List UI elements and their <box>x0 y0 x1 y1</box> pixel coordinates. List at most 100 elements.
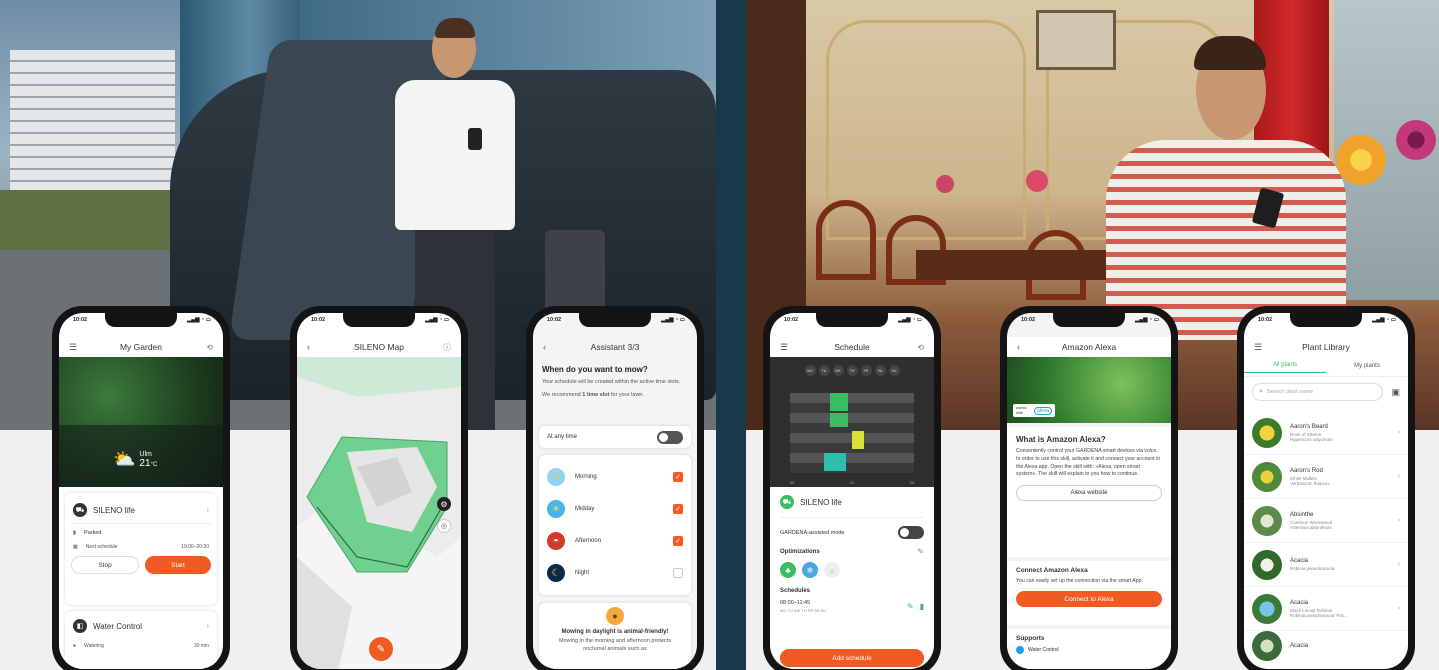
plant-list-item[interactable]: Acacia Black Locust Robinia Robinia pseudo… <box>1244 587 1408 631</box>
day-su[interactable]: SU <box>888 365 900 376</box>
edit-icon[interactable]: ✎ <box>907 602 914 611</box>
alexa-logo: alexa <box>1034 406 1052 415</box>
screen-assistant: 10:02 ▂▄▆ ◔ ▭ ‹ Assistant 3/3 When do you… <box>533 313 697 669</box>
plant-latin: Hypericum calycinum <box>1290 436 1333 442</box>
optimizations-label: Optimizations <box>780 548 820 555</box>
add-schedule-button[interactable]: Add schedule <box>780 649 924 667</box>
start-button[interactable]: Start <box>145 556 211 574</box>
signal-icon: ▂▄▆ ◔ ▭ <box>187 317 211 323</box>
water-control-card[interactable]: ◧ Water Control › ● Watering 30 min <box>65 611 217 669</box>
day-sa[interactable]: SA <box>874 365 886 376</box>
device-name: SILENO life <box>800 497 842 507</box>
connect-alexa-button[interactable]: Connect to Alexa <box>1016 591 1162 608</box>
plant-list-item[interactable]: Acacia Robinia pseudoacacia › <box>1244 543 1408 587</box>
tab-bar: All plants My plants <box>1244 359 1408 377</box>
day-tu[interactable]: TU <box>818 365 830 376</box>
camera-icon[interactable]: ▣ <box>1391 387 1400 398</box>
day-mo[interactable]: MO <box>804 365 816 376</box>
slot-checkbox[interactable]: ✓ <box>673 536 683 546</box>
alexa-heading: What is Amazon Alexa? <box>1016 435 1106 444</box>
tab-my-plants[interactable]: My plants <box>1326 363 1408 373</box>
back-icon[interactable]: ‹ <box>543 342 546 352</box>
recommend-text-end: for your lawn. <box>610 392 644 399</box>
slot-midday[interactable]: ☀ Midday ✓ <box>547 493 683 525</box>
slot-morning[interactable]: ☀ Morning ✓ <box>547 461 683 493</box>
settings-icon[interactable]: ⚙ <box>437 497 451 511</box>
plant-list-item[interactable]: Absinthe Common Wormwood Artemisia absinth… <box>1244 499 1408 543</box>
garden-hero-image: ⛅ Ulm 21°C <box>59 357 223 487</box>
plant-thumbnail <box>1252 631 1282 661</box>
menu-icon[interactable]: ☰ <box>1254 342 1262 353</box>
history-icon[interactable]: ⟲ <box>917 343 924 352</box>
plant-thumbnail <box>1252 417 1282 448</box>
slot-block[interactable] <box>824 453 846 471</box>
edit-icon[interactable]: ✎ <box>917 547 924 556</box>
slot-checkbox[interactable] <box>673 568 683 578</box>
sun-icon: ☀ <box>547 500 565 518</box>
sunrise-icon: ☀ <box>547 468 565 486</box>
plant-list-item[interactable]: Acacia <box>1244 631 1408 661</box>
mower-name: SILENO life <box>93 505 135 515</box>
page-title: Amazon Alexa <box>1061 342 1117 352</box>
mower-card[interactable]: ⛟ SILENO life › ▮ Parked ▦ Next schedule… <box>65 493 217 605</box>
moon-icon: ☾ <box>547 564 565 582</box>
status-time: 10:02 <box>1021 317 1036 323</box>
day-fr[interactable]: FR <box>860 365 872 376</box>
phone-plant-library: 10:02 ▂▄▆ ◔ ▭ ☰ Plant Library All plants … <box>1237 306 1415 670</box>
connect-heading: Connect Amazon Alexa <box>1016 567 1088 574</box>
day-th[interactable]: TH <box>846 365 858 376</box>
slot-label: Afternoon <box>575 538 602 544</box>
slot-afternoon[interactable]: ◓ Afternoon ✓ <box>547 525 683 557</box>
schedule-chart[interactable]: MO TU WE TH FR SA SU 00 12 24 <box>770 357 934 487</box>
any-time-row[interactable]: At any time <box>539 426 691 448</box>
supports-heading: Supports <box>1016 635 1045 642</box>
assisted-mode-toggle[interactable] <box>898 526 924 539</box>
edit-icon[interactable]: ✎ <box>369 637 393 661</box>
plant-name: Acacia <box>1290 558 1309 564</box>
axis-start: 00 <box>790 480 795 485</box>
delete-icon[interactable]: ▮ <box>920 602 924 611</box>
time-axis: 00 12 24 <box>790 480 914 485</box>
slot-block[interactable] <box>830 393 848 411</box>
menu-icon[interactable]: ☰ <box>780 342 788 353</box>
menu-icon[interactable]: ☰ <box>69 342 77 353</box>
next-schedule-label: Next schedule <box>85 544 118 550</box>
plant-thumbnail <box>1252 461 1282 492</box>
plant-thumbnail <box>1252 549 1282 580</box>
schedule-entry[interactable]: 08:00–11:45 MO TU WE TH FR SA SU ✎ ▮ <box>780 600 924 613</box>
question-desc: Your schedule will be created within the… <box>542 379 681 385</box>
slot-night[interactable]: ☾ Night <box>547 557 683 589</box>
search-input[interactable]: ⌕ Search plant name <box>1252 383 1384 401</box>
connect-body: You can easily set up the connection via… <box>1016 578 1143 584</box>
slot-checkbox[interactable]: ✓ <box>673 472 683 482</box>
plant-list-item[interactable]: Aaron's Beard Rose of Sharon Hypericum cal… <box>1244 411 1408 455</box>
back-icon[interactable]: ‹ <box>307 342 310 352</box>
schedule-time: 08:00–11:45 <box>780 600 811 606</box>
layers-icon[interactable]: ◎ <box>437 519 451 533</box>
back-icon[interactable]: ‹ <box>1017 342 1020 352</box>
help-icon[interactable]: ⓘ <box>443 342 451 353</box>
search-icon: ⌕ <box>1259 388 1263 395</box>
chevron-right-icon: › <box>206 622 209 630</box>
tab-all-plants[interactable]: All plants <box>1244 362 1326 373</box>
stop-button[interactable]: Stop <box>71 556 139 574</box>
schedule-grid <box>790 393 914 473</box>
grass-icon: ♣ <box>780 562 796 578</box>
alexa-hero-image: works with alexa <box>1007 357 1171 423</box>
slot-block[interactable] <box>830 413 848 427</box>
plant-thumbnail <box>1252 505 1282 536</box>
history-icon[interactable]: ⟲ <box>206 343 213 352</box>
schedule-days: MO TU WE TH FR SA SU <box>780 608 827 613</box>
mower-icon: ⛟ <box>780 495 794 509</box>
alexa-website-button[interactable]: Alexa website <box>1016 485 1162 502</box>
slot-block[interactable] <box>852 431 864 449</box>
day-we[interactable]: WE <box>832 365 844 376</box>
drop-icon: ● <box>73 643 77 649</box>
map-view[interactable]: ⚙ ◎ ✎ <box>297 357 461 669</box>
plant-thumbnail <box>1252 593 1282 624</box>
plant-list-item[interactable]: Aaron's Rod White Mullein Verbascum thapsu… <box>1244 455 1408 499</box>
plant-latin: Artemisia absinthium <box>1290 524 1332 530</box>
slot-checkbox[interactable]: ✓ <box>673 504 683 514</box>
any-time-toggle[interactable] <box>657 430 683 444</box>
chevron-right-icon: › <box>1397 517 1400 524</box>
